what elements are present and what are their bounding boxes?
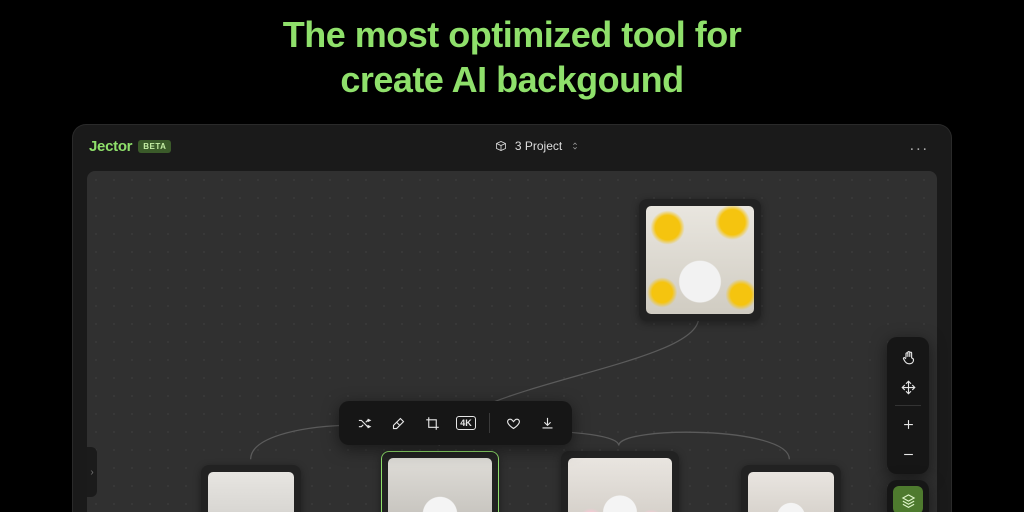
hero-title: The most optimized tool for create AI ba… xyxy=(0,0,1024,124)
plus-icon xyxy=(901,417,916,432)
minus-icon xyxy=(901,447,916,462)
move-tool-button[interactable] xyxy=(893,373,923,401)
node-thumbnail xyxy=(646,206,754,314)
node-thumbnail xyxy=(748,472,834,512)
box-icon xyxy=(495,140,507,152)
node-thumbnail xyxy=(208,472,294,512)
view-toolbar xyxy=(887,337,929,512)
hero-line2: create AI backgound xyxy=(340,59,683,100)
zoom-in-button[interactable] xyxy=(893,410,923,438)
hand-tool-button[interactable] xyxy=(893,343,923,371)
node-thumbnail xyxy=(568,458,672,512)
favorite-button[interactable] xyxy=(498,409,528,437)
canvas-node[interactable] xyxy=(201,465,301,512)
canvas-node[interactable] xyxy=(561,451,679,512)
move-icon xyxy=(901,380,916,395)
crop-button[interactable] xyxy=(417,409,447,437)
project-count: 3 Project xyxy=(515,139,562,153)
shuffle-icon xyxy=(357,416,372,431)
chevron-updown-icon xyxy=(570,141,580,151)
heart-icon xyxy=(506,416,521,431)
crop-icon xyxy=(425,416,440,431)
download-button[interactable] xyxy=(532,409,562,437)
sidebar-expand-handle[interactable]: › xyxy=(87,447,97,497)
canvas-node-selected[interactable] xyxy=(381,451,499,512)
canvas-node[interactable] xyxy=(639,199,761,321)
brand-name: Jector xyxy=(89,138,132,155)
hand-icon xyxy=(901,350,916,365)
canvas[interactable]: › 4K xyxy=(87,171,937,512)
chevron-right-icon: › xyxy=(90,467,93,478)
shuffle-button[interactable] xyxy=(349,409,379,437)
layers-icon xyxy=(901,493,916,508)
more-menu-button[interactable]: ... xyxy=(904,135,935,157)
canvas-node[interactable] xyxy=(741,465,841,512)
node-thumbnail xyxy=(388,458,492,512)
toolbar-divider xyxy=(489,413,490,433)
beta-badge: BETA xyxy=(138,140,171,153)
brand: Jector BETA xyxy=(89,138,171,155)
zoom-out-button[interactable] xyxy=(893,440,923,468)
project-selector[interactable]: 3 Project xyxy=(495,139,580,153)
resolution-4k-button[interactable]: 4K xyxy=(451,409,481,437)
erase-button[interactable] xyxy=(383,409,413,437)
layers-button[interactable] xyxy=(893,486,923,512)
app-frame: Jector BETA 3 Project ... xyxy=(72,124,952,512)
connection-lines xyxy=(87,171,937,512)
download-icon xyxy=(540,416,555,431)
node-action-toolbar: 4K xyxy=(339,401,572,445)
hero-line1: The most optimized tool for xyxy=(283,14,741,55)
toolbar-divider xyxy=(895,405,921,406)
eraser-icon xyxy=(391,416,406,431)
badge-4k: 4K xyxy=(456,416,476,430)
topbar: Jector BETA 3 Project ... xyxy=(73,125,951,167)
